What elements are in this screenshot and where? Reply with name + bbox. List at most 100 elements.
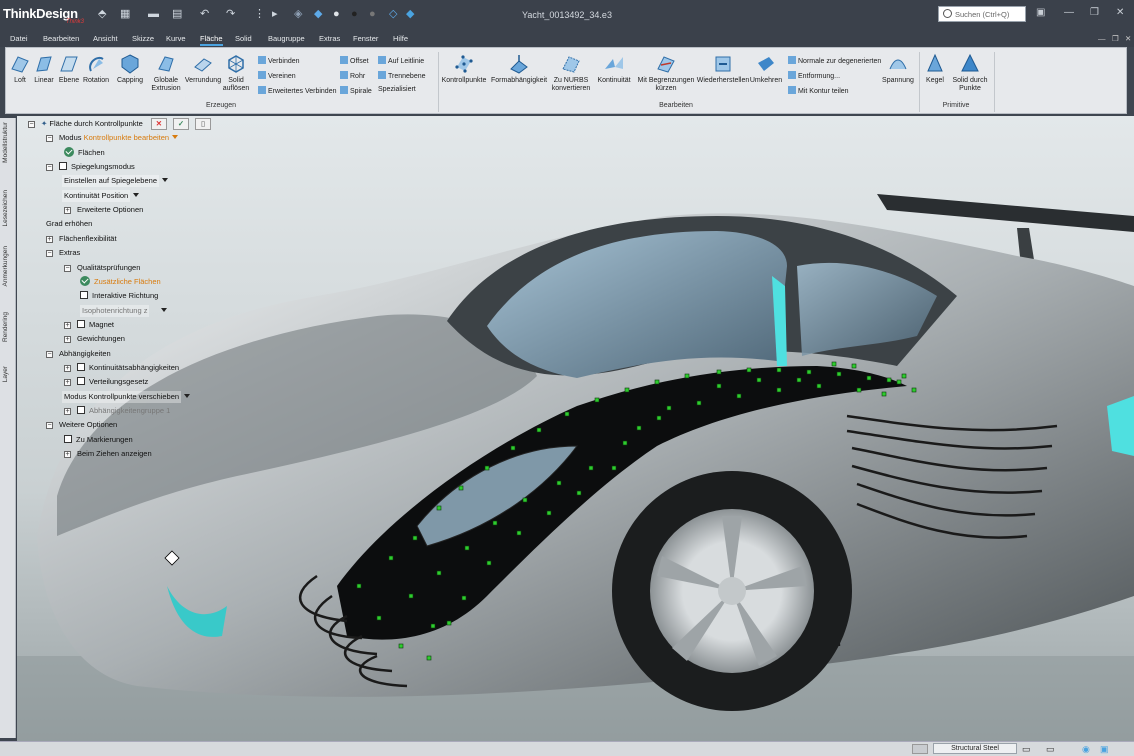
color-swatch[interactable] xyxy=(912,744,928,754)
menu-bearbeiten[interactable]: Bearbeiten xyxy=(43,34,79,43)
tree-gewichtungen[interactable]: + Gewichtungen xyxy=(64,333,125,345)
formabhaengigkeit-button[interactable]: Formabhängigkeit xyxy=(490,53,548,85)
spezialisiert-button[interactable]: Spezialisiert xyxy=(378,86,416,93)
collapse-icon[interactable]: − xyxy=(46,135,53,142)
confirm-icon[interactable]: ✓ xyxy=(172,118,189,130)
minimize-icon[interactable]: — xyxy=(1064,7,1074,18)
menu-skizze[interactable]: Skizze xyxy=(132,34,154,43)
kontinuitaet-button[interactable]: Kontinuität xyxy=(594,53,634,85)
expand-icon[interactable]: + xyxy=(64,451,71,458)
expand-icon[interactable]: + xyxy=(46,236,53,243)
tree-flaechenflexibilitaet[interactable]: + Flächenflexibilität xyxy=(46,233,117,245)
auf-leitlinie-button[interactable]: Auf Leitlinie xyxy=(378,56,424,65)
zu-nurbs-button[interactable]: Zu NURBS konvertieren xyxy=(548,53,594,93)
collapse-icon[interactable]: − xyxy=(28,121,35,128)
kegel-button[interactable]: Kegel xyxy=(922,53,948,85)
modus-verschieben-dropdown[interactable]: Modus Kontrollpunkte verschieben xyxy=(62,391,191,403)
loft-button[interactable]: Loft xyxy=(9,53,31,85)
expand-icon[interactable]: + xyxy=(64,365,71,372)
spirale-button[interactable]: Spirale xyxy=(340,86,372,95)
isophotenrichtung-dropdown[interactable]: Isophotenrichtung z xyxy=(80,305,168,317)
chevron-down-icon[interactable] xyxy=(133,193,140,197)
tree-erweiterte-optionen[interactable]: + Erweiterte Optionen xyxy=(64,204,143,216)
menu-flaeche[interactable]: Fläche xyxy=(200,34,223,46)
solid-aufloesen-button[interactable]: Solid auflösen xyxy=(220,53,252,93)
trennebene-button[interactable]: Trennebene xyxy=(378,71,426,80)
mit-kontur-teilen-button[interactable]: Mit Kontur teilen xyxy=(788,86,849,95)
tree-flaechen[interactable]: Flächen xyxy=(64,147,105,159)
wiederherstellen-button[interactable]: Wiederherstellen xyxy=(694,53,752,85)
menu-solid[interactable]: Solid xyxy=(235,34,252,43)
mit-begrenzungen-kuerzen-button[interactable]: Mit Begrenzungen kürzen xyxy=(636,53,696,93)
collapse-icon[interactable]: − xyxy=(46,422,53,429)
collapse-icon[interactable]: − xyxy=(46,351,53,358)
ribbon-minimize-icon[interactable]: — xyxy=(1098,34,1106,43)
menu-hilfe[interactable]: Hilfe xyxy=(393,34,408,43)
panel-icon[interactable]: ▣ xyxy=(1036,7,1045,18)
entformung-button[interactable]: Entformung... xyxy=(788,71,840,80)
verrundung-button[interactable]: Verrundung xyxy=(184,53,222,85)
kontinuitaet-dropdown[interactable]: Kontinuität Position xyxy=(62,190,140,202)
expand-icon[interactable]: + xyxy=(64,322,71,329)
einstellen-dropdown[interactable]: Einstellen auf Spiegelebene xyxy=(62,175,168,187)
tree-extras[interactable]: − Extras xyxy=(46,247,80,259)
menu-baugruppe[interactable]: Baugruppe xyxy=(268,34,305,43)
chevron-down-icon[interactable] xyxy=(161,308,168,312)
spiegelungsmodus-checkbox[interactable] xyxy=(59,162,67,170)
tree-weitere-optionen[interactable]: − Weitere Optionen xyxy=(46,419,117,431)
ebene-button[interactable]: Ebene xyxy=(58,53,80,85)
magnet-checkbox[interactable] xyxy=(77,320,85,328)
tab-rendering[interactable]: Rendering xyxy=(2,312,14,342)
material-dropdown[interactable]: Structural Steel xyxy=(933,743,1017,754)
globale-extrusion-button[interactable]: Globale Extrusion xyxy=(147,53,185,93)
menu-ansicht[interactable]: Ansicht xyxy=(93,34,118,43)
grad-erhoehen-button[interactable]: Grad erhöhen xyxy=(46,218,92,230)
erweitertes-verbinden-button[interactable]: Erweitertes Verbinden xyxy=(258,86,336,95)
chevron-down-icon[interactable] xyxy=(172,135,179,139)
tree-beim-ziehen[interactable]: + Beim Ziehen anzeigen xyxy=(64,448,152,460)
help-book-icon[interactable]: ▯ xyxy=(195,118,212,130)
ribbon-close-icon[interactable]: ✕ xyxy=(1125,34,1131,43)
menu-fenster[interactable]: Fenster xyxy=(353,34,378,43)
kontinuitaetsabhaengigkeiten-checkbox[interactable] xyxy=(77,363,85,371)
expand-icon[interactable]: + xyxy=(64,336,71,343)
collapse-icon[interactable]: − xyxy=(46,250,53,257)
collapse-icon[interactable]: − xyxy=(46,164,53,171)
menu-kurve[interactable]: Kurve xyxy=(166,34,186,43)
tab-anmerkungen[interactable]: Anmerkungen xyxy=(2,246,14,286)
modus-dropdown[interactable]: Kontrollpunkte bearbeiten xyxy=(84,133,169,142)
kontrollpunkte-button[interactable]: Kontrollpunkte xyxy=(440,53,488,85)
tab-layer[interactable]: Layer xyxy=(2,366,14,382)
maximize-icon[interactable]: ❐ xyxy=(1090,7,1099,18)
expand-icon[interactable]: + xyxy=(64,379,71,386)
close-icon[interactable]: ✕ xyxy=(1116,7,1124,18)
solid-durch-punkte-button[interactable]: Solid durch Punkte xyxy=(950,53,990,93)
normale-zur-degenerierten-button[interactable]: Normale zur degenerierten xyxy=(788,56,881,65)
capping-button[interactable]: Capping xyxy=(116,53,144,85)
tab-lesezeichen[interactable]: Lesezeichen xyxy=(2,190,14,227)
umkehren-button[interactable]: Umkehren xyxy=(748,53,784,85)
expand-icon[interactable]: + xyxy=(64,207,71,214)
spannung-button[interactable]: Spannung xyxy=(880,53,916,85)
ribbon-restore-icon[interactable]: ❐ xyxy=(1112,34,1119,43)
abhaengigkeitengruppe-checkbox[interactable] xyxy=(77,406,85,414)
render-mode-icon[interactable]: ◉ xyxy=(1082,744,1090,755)
chevron-down-icon[interactable] xyxy=(184,394,191,398)
tree-abhaengigkeiten[interactable]: − Abhängigkeiten xyxy=(46,348,111,360)
verbinden-button[interactable]: Verbinden xyxy=(258,56,300,65)
collapse-icon[interactable]: − xyxy=(64,265,71,272)
vereinen-button[interactable]: Vereinen xyxy=(258,71,296,80)
zu-markierungen-checkbox[interactable] xyxy=(64,435,72,443)
expand-icon[interactable]: + xyxy=(64,408,71,415)
display-mode-icon[interactable]: ▣ xyxy=(1100,744,1109,755)
rohr-button[interactable]: Rohr xyxy=(340,71,365,80)
line-style-icon[interactable]: ▭ xyxy=(1022,744,1031,755)
verteilungsgesetz-checkbox[interactable] xyxy=(77,377,85,385)
interaktive-richtung-checkbox[interactable] xyxy=(80,291,88,299)
rotation-button[interactable]: Rotation xyxy=(82,53,110,85)
line-width-icon[interactable]: ▭ xyxy=(1046,744,1055,755)
linear-button[interactable]: Linear xyxy=(32,53,56,85)
menu-datei[interactable]: Datei xyxy=(10,34,28,43)
cancel-icon[interactable]: ✕ xyxy=(150,118,167,130)
chevron-down-icon[interactable] xyxy=(162,178,168,182)
